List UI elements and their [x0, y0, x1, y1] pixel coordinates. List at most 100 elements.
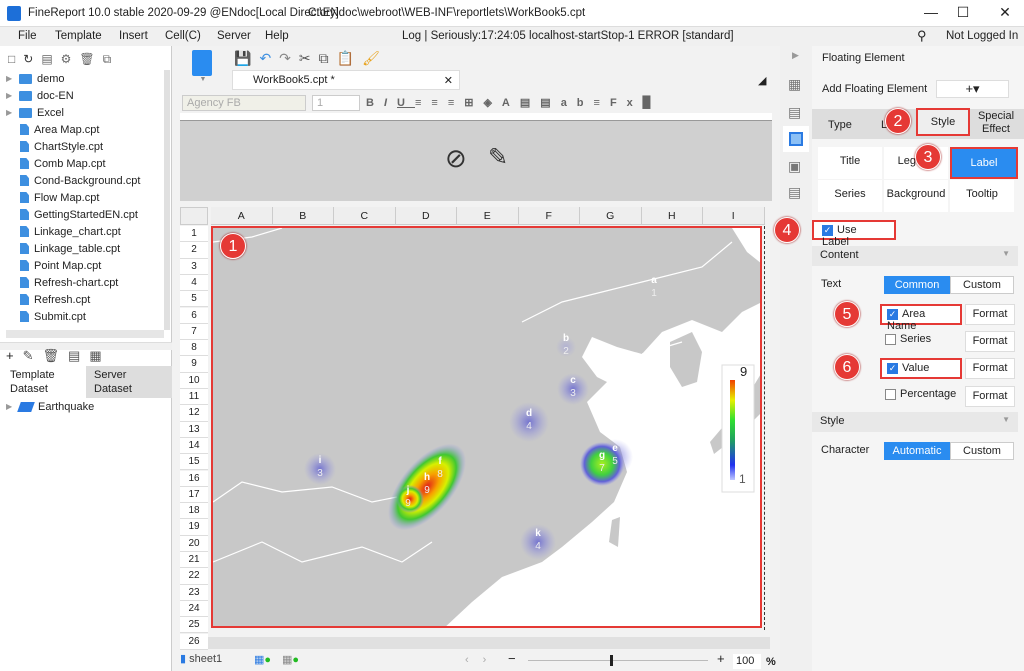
preview-dataset-icon[interactable]: ▤ — [68, 348, 89, 363]
subtab-background[interactable]: Background — [884, 180, 948, 212]
text-icon[interactable]: ab — [561, 97, 594, 109]
row-header[interactable]: 2 — [180, 242, 208, 259]
tree-file[interactable]: Linkage_chart.cpt — [20, 223, 121, 240]
widget-icon[interactable]: ▣ — [788, 158, 801, 175]
tree-file[interactable]: Comb Map.cpt — [20, 155, 106, 172]
zoom-slider[interactable] — [528, 660, 708, 661]
tree-file[interactable]: Refresh-chart.cpt — [20, 274, 118, 291]
tree-folder[interactable]: ▶ doc-EN — [6, 87, 74, 104]
row-header[interactable]: 20 — [180, 535, 208, 552]
close-button[interactable]: ✕ — [990, 4, 1020, 21]
redo-icon[interactable]: ↷ — [279, 50, 299, 66]
tree-file[interactable]: Cond-Background.cpt — [20, 172, 140, 189]
cell-attr-icon[interactable]: ▦ — [788, 76, 801, 93]
tree-folder[interactable]: ▶ demo — [6, 70, 65, 87]
column-header[interactable]: H — [641, 207, 703, 225]
text-mode-custom[interactable]: Custom — [950, 276, 1014, 294]
row-header[interactable]: 8 — [180, 340, 208, 357]
column-header[interactable]: I — [703, 207, 765, 225]
menu-file[interactable]: File — [18, 30, 37, 42]
align-center-icon[interactable]: ≡ — [431, 97, 447, 109]
row-header[interactable]: 10 — [180, 372, 208, 389]
column-header[interactable]: E — [457, 207, 519, 225]
zoom-in-button[interactable]: + — [717, 651, 725, 666]
column-header[interactable]: D — [395, 207, 457, 225]
tree-file[interactable]: Linkage_table.cpt — [20, 240, 120, 257]
align-right-icon[interactable]: ≡ — [448, 97, 464, 109]
style-section[interactable]: Style ▼ — [812, 412, 1018, 432]
log-status[interactable]: Log | Seriously:17:24:05 localhost-start… — [402, 30, 734, 42]
add-floating-button[interactable]: +▾ — [936, 80, 1009, 98]
underline-icon[interactable]: U — [397, 97, 415, 109]
subtab-label[interactable]: Label — [950, 147, 1018, 179]
italic-icon[interactable]: I — [384, 97, 397, 109]
sheet-nav[interactable]: ‹› — [465, 654, 500, 666]
row-header[interactable]: 24 — [180, 600, 208, 618]
add-sheet-icon[interactable]: ▦● — [254, 653, 271, 666]
heat-map-chart[interactable]: 9 1 a1b2c3d4e5f8g7h9i3j9k4 — [211, 226, 762, 628]
undo-icon[interactable]: ↶ — [259, 50, 279, 66]
content-section[interactable]: Content ▼ — [812, 246, 1018, 266]
wrap-icon[interactable]: ▤ — [540, 97, 560, 109]
text-mode-common[interactable]: Common — [884, 276, 950, 294]
add-dataset-icon[interactable]: + — [6, 348, 23, 363]
chart-icon[interactable]: ▉ — [643, 97, 661, 109]
select-all-corner[interactable] — [180, 207, 208, 225]
char-mode-automatic[interactable]: Automatic — [884, 442, 950, 460]
tree-scrollbar[interactable] — [164, 70, 170, 330]
row-header[interactable]: 22 — [180, 568, 208, 585]
format-button[interactable]: Format — [965, 304, 1015, 325]
font-family-select[interactable]: Agency FB — [182, 95, 306, 111]
formula-icon[interactable]: Fx — [610, 97, 643, 109]
char-mode-custom[interactable]: Custom — [950, 442, 1014, 460]
menu-server[interactable]: Server — [217, 30, 251, 42]
zoom-out-button[interactable]: − — [508, 651, 516, 666]
option-value[interactable]: ✓ Value — [880, 358, 962, 379]
login-status[interactable]: Not Logged In — [946, 30, 1018, 42]
condition-icon[interactable]: ▤ — [788, 184, 801, 201]
row-header[interactable]: 25 — [180, 617, 208, 634]
menu-insert[interactable]: Insert — [119, 30, 148, 42]
delete-dataset-icon[interactable]: 🗑 — [43, 348, 69, 363]
tab-template-dataset[interactable]: Template Dataset — [0, 366, 86, 398]
row-header[interactable]: 13 — [180, 421, 208, 438]
column-header[interactable]: C — [334, 207, 396, 225]
column-header[interactable]: A — [211, 207, 273, 225]
menu-template[interactable]: Template — [55, 30, 102, 42]
tree-file[interactable]: Flow Map.cpt — [20, 189, 99, 206]
zoom-slider-handle[interactable] — [610, 655, 613, 666]
element-attr-icon[interactable]: ▤ — [788, 104, 801, 121]
use-label-checkbox[interactable]: ✓ Use Label — [812, 220, 896, 248]
replace-dataset-icon[interactable]: ▦ — [89, 348, 110, 363]
row-header[interactable]: 11 — [180, 389, 208, 406]
edit-pencil-icon[interactable]: ✎ — [488, 143, 508, 172]
menu-help[interactable]: Help — [265, 30, 289, 42]
column-header[interactable]: B — [272, 207, 334, 225]
tree-hscrollbar[interactable] — [6, 330, 164, 338]
font-color-icon[interactable]: A — [502, 97, 520, 109]
row-header[interactable]: 7 — [180, 323, 208, 341]
tree-file[interactable]: ChartStyle.cpt — [20, 138, 103, 155]
option-series[interactable]: Series — [880, 331, 962, 352]
merge-icon[interactable]: ▤ — [520, 97, 540, 109]
fill-color-icon[interactable]: ◈ — [483, 97, 501, 109]
tree-folder[interactable]: ▶ Excel — [6, 104, 64, 121]
paste-icon[interactable]: 📋 — [337, 50, 362, 66]
hide-icon[interactable]: ⊘ — [445, 143, 467, 174]
paragraph-icon[interactable]: ≡ — [594, 97, 610, 109]
row-header[interactable]: 18 — [180, 503, 208, 520]
column-header[interactable]: G — [580, 207, 642, 225]
tree-file[interactable]: Submit.cpt — [20, 308, 86, 325]
tab-type[interactable]: Type — [828, 119, 852, 131]
tree-file[interactable]: GettingStartedEN.cpt — [20, 206, 138, 223]
format-button[interactable]: Format — [965, 358, 1015, 379]
sheet-tab[interactable]: ▮ sheet1 — [180, 652, 222, 665]
tree-file[interactable]: Refresh.cpt — [20, 291, 90, 308]
horizontal-scrollbar[interactable] — [180, 637, 770, 649]
search-icon[interactable]: ⚲ — [917, 28, 927, 44]
row-header[interactable]: 14 — [180, 437, 208, 455]
new-folder-icon[interactable]: □ — [8, 52, 23, 66]
option-percentage[interactable]: Percentage — [880, 386, 962, 407]
copy-icon[interactable]: ⧉ — [319, 50, 337, 66]
settings-icon[interactable]: ⚙ — [61, 52, 80, 66]
